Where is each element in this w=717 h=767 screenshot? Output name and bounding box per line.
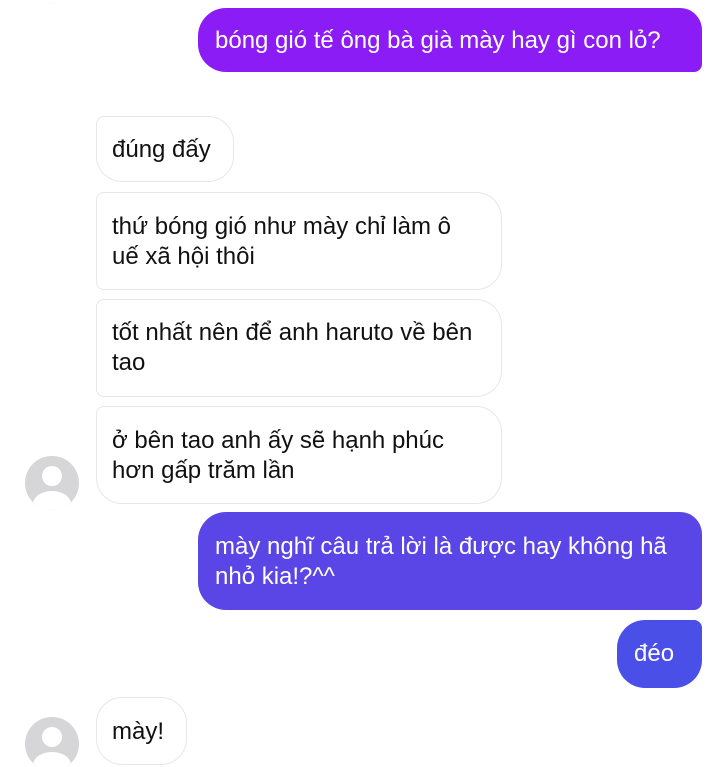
- message-text: mày nghĩ câu trả lời là được hay không h…: [215, 533, 667, 590]
- avatar[interactable]: [25, 0, 79, 4]
- message-bubble-incoming[interactable]: thứ bóng gió như mày chỉ làm ô uế xã hội…: [96, 192, 502, 290]
- message-bubble-outgoing[interactable]: đéo: [617, 620, 702, 688]
- default-profile-icon: [33, 727, 71, 767]
- message-text: thứ bóng gió như mày chỉ làm ô uế xã hội…: [112, 213, 451, 270]
- message-bubble-incoming[interactable]: mày!: [96, 697, 188, 765]
- message-text: ở bên tao anh ấy sẽ hạnh phúc hơn gấp tr…: [112, 427, 444, 484]
- message-bubble-outgoing[interactable]: bóng gió tế ông bà già mày hay gì con lỏ…: [198, 8, 702, 72]
- message-text: bóng gió tế ông bà già mày hay gì con lỏ…: [215, 27, 661, 54]
- message-bubble-incoming[interactable]: ở bên tao anh ấy sẽ hạnh phúc hơn gấp tr…: [96, 406, 502, 504]
- default-profile-icon: [33, 466, 71, 510]
- message-bubble-incoming[interactable]: đúng đấy: [96, 116, 234, 182]
- default-profile-icon: [33, 0, 71, 4]
- avatar[interactable]: [25, 717, 79, 767]
- avatar[interactable]: [25, 456, 79, 510]
- message-text: tốt nhất nên để anh haruto về bên tao: [112, 319, 473, 376]
- chat-thread: bóng gió tế ông bà già mày hay gì con lỏ…: [0, 0, 717, 767]
- message-bubble-outgoing[interactable]: mày nghĩ câu trả lời là được hay không h…: [198, 512, 702, 610]
- message-bubble-incoming[interactable]: tốt nhất nên để anh haruto về bên tao: [96, 299, 502, 397]
- message-text: mày!: [112, 718, 165, 745]
- message-text: đéo: [634, 640, 675, 667]
- message-text: đúng đấy: [112, 136, 211, 163]
